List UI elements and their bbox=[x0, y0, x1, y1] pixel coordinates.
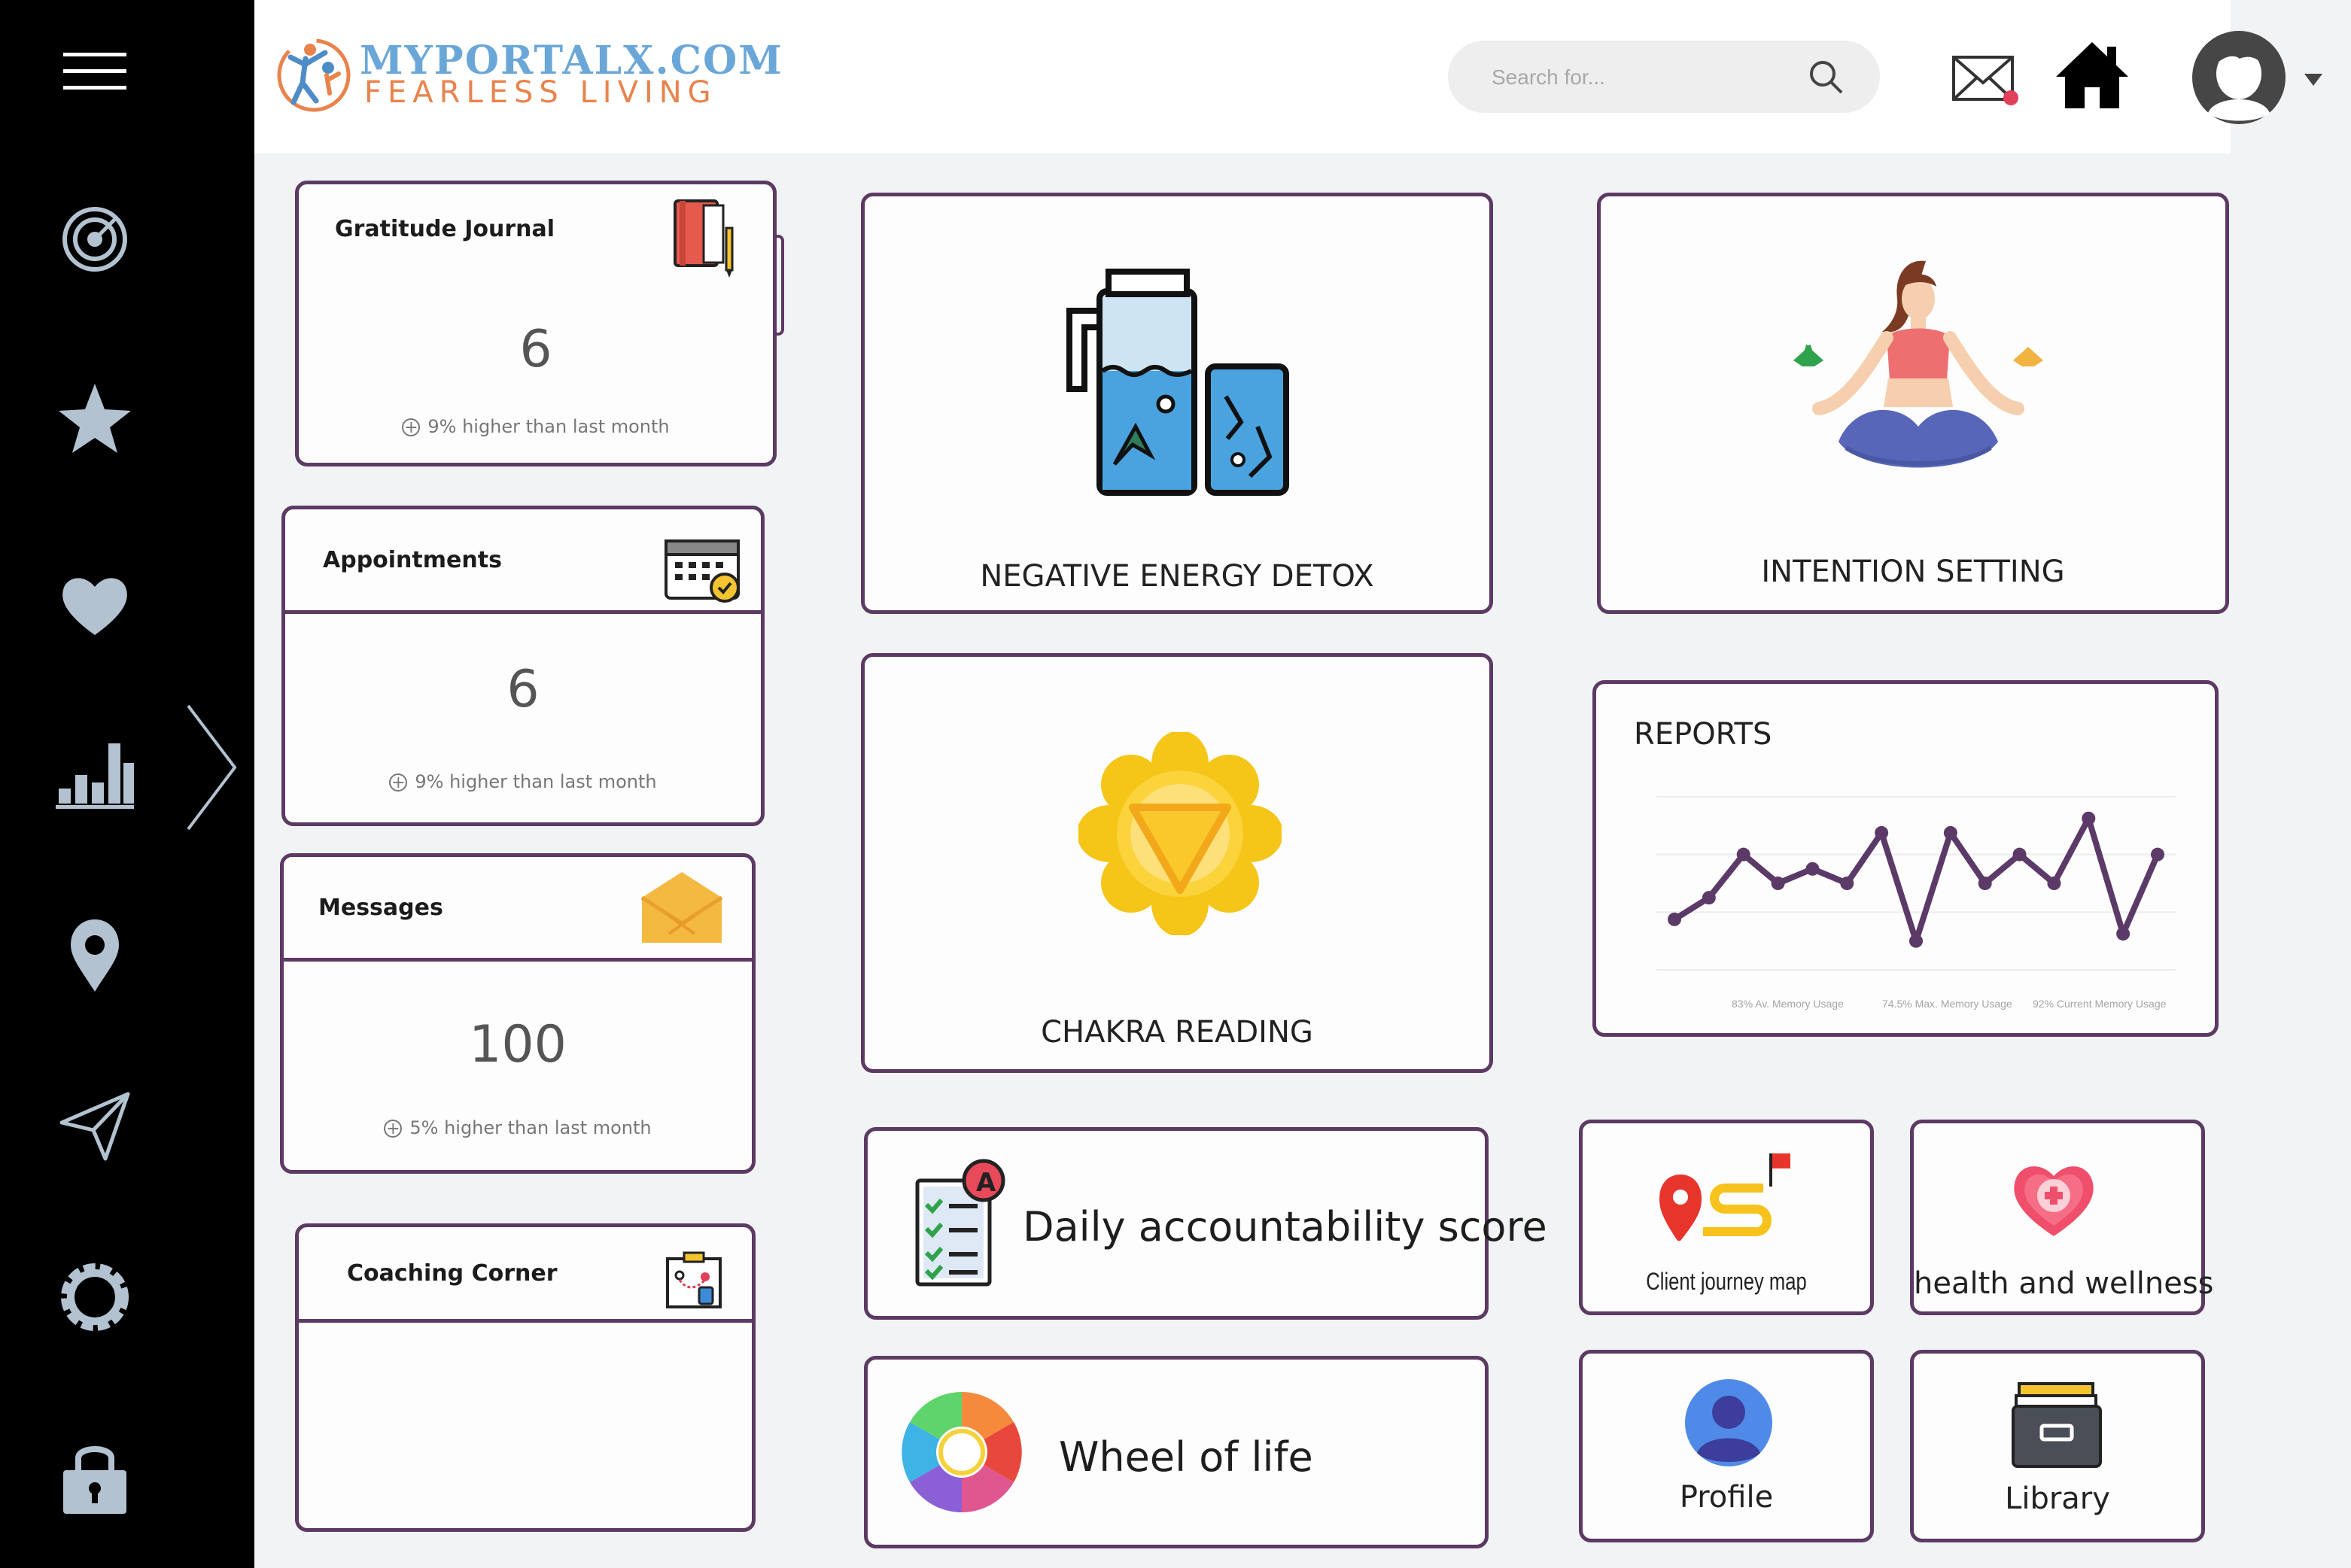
card-divider bbox=[284, 958, 752, 962]
card-title: Messages bbox=[318, 895, 443, 921]
chart-point bbox=[1702, 891, 1716, 905]
reports-title: REPORTS bbox=[1634, 717, 1772, 752]
wheel-of-life-tile[interactable]: Wheel of life bbox=[864, 1356, 1489, 1548]
card-title: Gratitude Journal bbox=[335, 216, 555, 242]
chart-point bbox=[2047, 877, 2061, 890]
tile-label: CHAKRA READING bbox=[1041, 1015, 1313, 1050]
gear-icon[interactable] bbox=[53, 1255, 137, 1339]
chart-point bbox=[1840, 877, 1854, 890]
daily-accountability-tile[interactable]: A Daily accountability score bbox=[864, 1127, 1547, 1320]
stat-note: 5% higher than last month bbox=[409, 1117, 652, 1138]
gratitude-journal-card[interactable]: Gratitude Journal 6 +9% higher than last… bbox=[295, 181, 777, 466]
chakra-icon bbox=[1077, 731, 1283, 937]
profile-tile[interactable]: Profile bbox=[1579, 1350, 1874, 1542]
stat-note-row: +9% higher than last month bbox=[299, 416, 773, 437]
chart-point bbox=[2012, 847, 2027, 861]
chart-point bbox=[2116, 927, 2130, 941]
chart-point bbox=[1736, 847, 1750, 861]
appointments-card[interactable]: Appointments 6 +9% higher than last mont… bbox=[281, 506, 765, 826]
stat-note: 9% higher than last month bbox=[415, 771, 657, 792]
logo-tagline: FEARLESS LIVING bbox=[364, 75, 717, 110]
tile-label: INTENTION SETTING bbox=[1761, 555, 2065, 589]
strategy-board-icon bbox=[663, 1250, 725, 1311]
menu-icon[interactable] bbox=[53, 30, 137, 114]
client-journey-map-tile[interactable]: Client journey map bbox=[1579, 1120, 1874, 1315]
chart-series-line bbox=[1672, 815, 2161, 944]
stat-note-row: +5% higher than last month bbox=[284, 1117, 752, 1138]
library-tile[interactable]: Library bbox=[1910, 1350, 2205, 1542]
chart-point bbox=[1909, 934, 1923, 948]
plus-circle-icon: + bbox=[384, 1120, 403, 1138]
heart-icon[interactable] bbox=[53, 561, 137, 646]
stat-note-row: +9% higher than last month bbox=[285, 771, 761, 792]
card-divider bbox=[299, 1319, 752, 1323]
logo-icon bbox=[272, 30, 355, 117]
reports-line-chart: 83% Av. Memory Usage 74.5% Max. Memory Us… bbox=[1656, 796, 2176, 1010]
tile-label: NEGATIVE ENERGY DETOX bbox=[980, 559, 1374, 594]
card-title: Appointments bbox=[323, 547, 502, 573]
chart-point bbox=[2151, 847, 2164, 861]
chart-point bbox=[1668, 912, 1681, 926]
meditation-icon bbox=[1793, 254, 2045, 496]
user-icon bbox=[1683, 1378, 1774, 1468]
mail-icon[interactable] bbox=[1949, 50, 2021, 111]
tile-label: Library bbox=[2005, 1481, 2110, 1516]
chart-point bbox=[2082, 811, 2096, 825]
negative-energy-detox-tile[interactable]: NEGATIVE ENERGY DETOX bbox=[861, 193, 1493, 614]
search-icon[interactable] bbox=[1806, 57, 1845, 96]
chart-tick-label: 83% Av. Memory Usage bbox=[1732, 998, 1844, 1010]
search-bar[interactable] bbox=[1448, 41, 1880, 113]
top-header: MYPORTALX.COM FEARLESS LIVING bbox=[254, 0, 2322, 153]
bar-chart-icon[interactable] bbox=[53, 730, 137, 814]
plus-circle-icon: + bbox=[402, 418, 421, 436]
tile-label: Daily accountability score bbox=[1023, 1203, 1547, 1250]
coaching-corner-card[interactable]: Coaching Corner bbox=[295, 1223, 756, 1532]
intention-setting-tile[interactable]: INTENTION SETTING bbox=[1597, 193, 2229, 614]
folder-box-icon bbox=[2010, 1381, 2103, 1469]
card-title: Coaching Corner bbox=[347, 1260, 558, 1287]
chart-tick-label: 92% Current Memory Usage bbox=[2033, 998, 2167, 1010]
tile-label: Wheel of life bbox=[1059, 1433, 1313, 1481]
calendar-icon bbox=[662, 529, 744, 607]
chevron-right-icon[interactable] bbox=[178, 700, 245, 835]
target-icon[interactable] bbox=[53, 197, 137, 281]
envelope-icon bbox=[639, 869, 725, 946]
stat-value: 6 bbox=[506, 660, 540, 719]
chevron-down-icon[interactable] bbox=[2303, 72, 2324, 87]
send-icon[interactable] bbox=[53, 1083, 137, 1168]
stat-note: 9% higher than last month bbox=[427, 416, 670, 437]
plus-circle-icon: + bbox=[389, 773, 408, 792]
lock-icon[interactable] bbox=[53, 1433, 137, 1517]
sidebar bbox=[0, 0, 254, 1568]
chakra-reading-tile[interactable]: CHAKRA READING bbox=[861, 653, 1493, 1073]
messages-card[interactable]: Messages 100 +5% higher than last month bbox=[280, 853, 756, 1174]
location-pin-icon[interactable] bbox=[53, 913, 137, 998]
chart-point bbox=[1875, 825, 1889, 840]
chart-point bbox=[1805, 861, 1820, 876]
color-wheel-icon bbox=[898, 1388, 1026, 1516]
chart-point bbox=[1943, 825, 1957, 840]
home-icon[interactable] bbox=[2053, 38, 2131, 113]
reports-card[interactable]: REPORTS 83% Av. Memory Usage 74.5% Max. M… bbox=[1592, 680, 2219, 1037]
checklist-icon: A bbox=[911, 1158, 1009, 1290]
star-icon[interactable] bbox=[53, 376, 137, 460]
journey-map-icon bbox=[1658, 1146, 1801, 1259]
journal-icon bbox=[671, 195, 740, 279]
search-input[interactable] bbox=[1490, 59, 1794, 96]
chart-tick-label: 74.5% Max. Memory Usage bbox=[1882, 998, 2012, 1010]
stat-value: 100 bbox=[469, 1015, 567, 1074]
tile-label: Client journey map bbox=[1646, 1268, 1807, 1295]
chart-point bbox=[1771, 877, 1785, 890]
tile-label: Profile bbox=[1679, 1480, 1774, 1515]
svg-text:A: A bbox=[976, 1168, 996, 1198]
chart-point bbox=[1978, 877, 1992, 890]
card-divider bbox=[285, 610, 761, 614]
stat-value: 6 bbox=[519, 320, 552, 379]
tile-label: health and wellness bbox=[1914, 1266, 2214, 1301]
health-and-wellness-tile[interactable]: health and wellness bbox=[1910, 1120, 2214, 1315]
heart-plus-icon bbox=[2009, 1156, 2099, 1241]
avatar[interactable] bbox=[2190, 29, 2288, 126]
detox-water-icon bbox=[1060, 261, 1298, 499]
